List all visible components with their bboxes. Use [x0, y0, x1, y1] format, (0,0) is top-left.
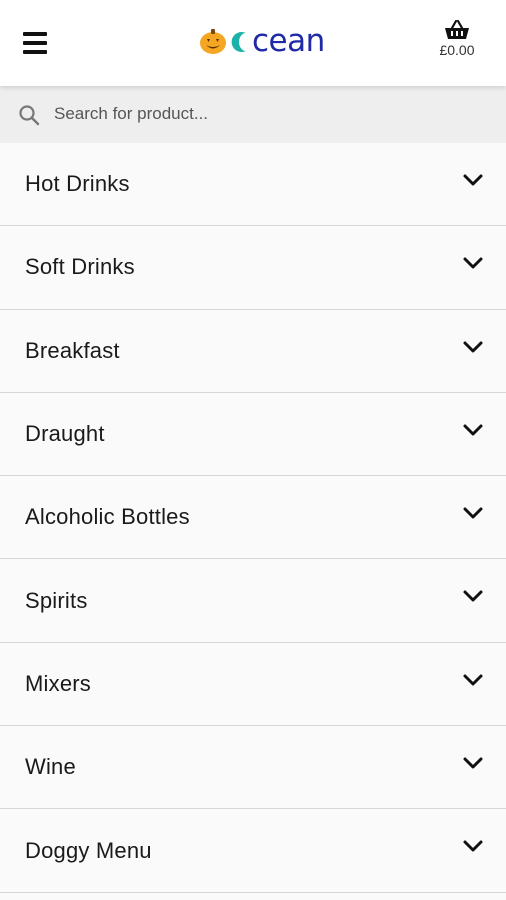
- search-icon: [19, 105, 40, 126]
- chevron-down-icon: [463, 757, 483, 769]
- category-label: Alcoholic Bottles: [25, 504, 190, 530]
- category-row-breakfast[interactable]: Breakfast: [0, 309, 506, 393]
- chevron-down-icon: [463, 424, 483, 436]
- basket-total: £0.00: [439, 42, 475, 58]
- app-header: cean £0.00: [0, 0, 506, 86]
- category-row-draught[interactable]: Draught: [0, 392, 506, 477]
- category-label: Draught: [25, 421, 105, 447]
- logo-c-mark: [231, 32, 246, 53]
- category-list: Hot Drinks Soft Drinks Breakfast Draught…: [0, 143, 506, 893]
- category-row-hot-drinks[interactable]: Hot Drinks: [0, 143, 506, 227]
- category-label: Soft Drinks: [25, 254, 135, 280]
- chevron-down-icon: [463, 341, 483, 353]
- hamburger-menu-icon: [23, 32, 47, 54]
- category-label: Breakfast: [25, 337, 120, 363]
- chevron-down-icon: [463, 174, 483, 186]
- basket-button[interactable]: £0.00: [422, 20, 492, 58]
- chevron-down-icon: [463, 840, 483, 852]
- category-row-mixers[interactable]: Mixers: [0, 642, 506, 727]
- basket-icon: [445, 20, 469, 39]
- hamburger-menu-button[interactable]: [14, 22, 56, 64]
- category-row-spirits[interactable]: Spirits: [0, 559, 506, 643]
- category-row-doggy-menu[interactable]: Doggy Menu: [0, 809, 506, 893]
- pumpkin-o-icon: [200, 29, 226, 54]
- logo-text: cean: [252, 23, 325, 59]
- category-row-soft-drinks[interactable]: Soft Drinks: [0, 226, 506, 310]
- brand-logo[interactable]: cean: [198, 24, 325, 58]
- category-label: Spirits: [25, 587, 88, 613]
- app-screen: cean £0.00 Hot Drinks Soft Drinks: [0, 0, 506, 900]
- category-label: Doggy Menu: [25, 837, 152, 863]
- category-row-wine[interactable]: Wine: [0, 726, 506, 810]
- chevron-down-icon: [463, 674, 483, 686]
- category-label: Hot Drinks: [25, 171, 130, 197]
- chevron-down-icon: [463, 590, 483, 602]
- search-bar: [0, 86, 506, 143]
- chevron-down-icon: [463, 257, 483, 269]
- category-label: Wine: [25, 754, 76, 780]
- category-label: Mixers: [25, 670, 91, 696]
- chevron-down-icon: [463, 507, 483, 519]
- category-row-alcoholic-bottles[interactable]: Alcoholic Bottles: [0, 476, 506, 560]
- search-input[interactable]: [54, 96, 484, 132]
